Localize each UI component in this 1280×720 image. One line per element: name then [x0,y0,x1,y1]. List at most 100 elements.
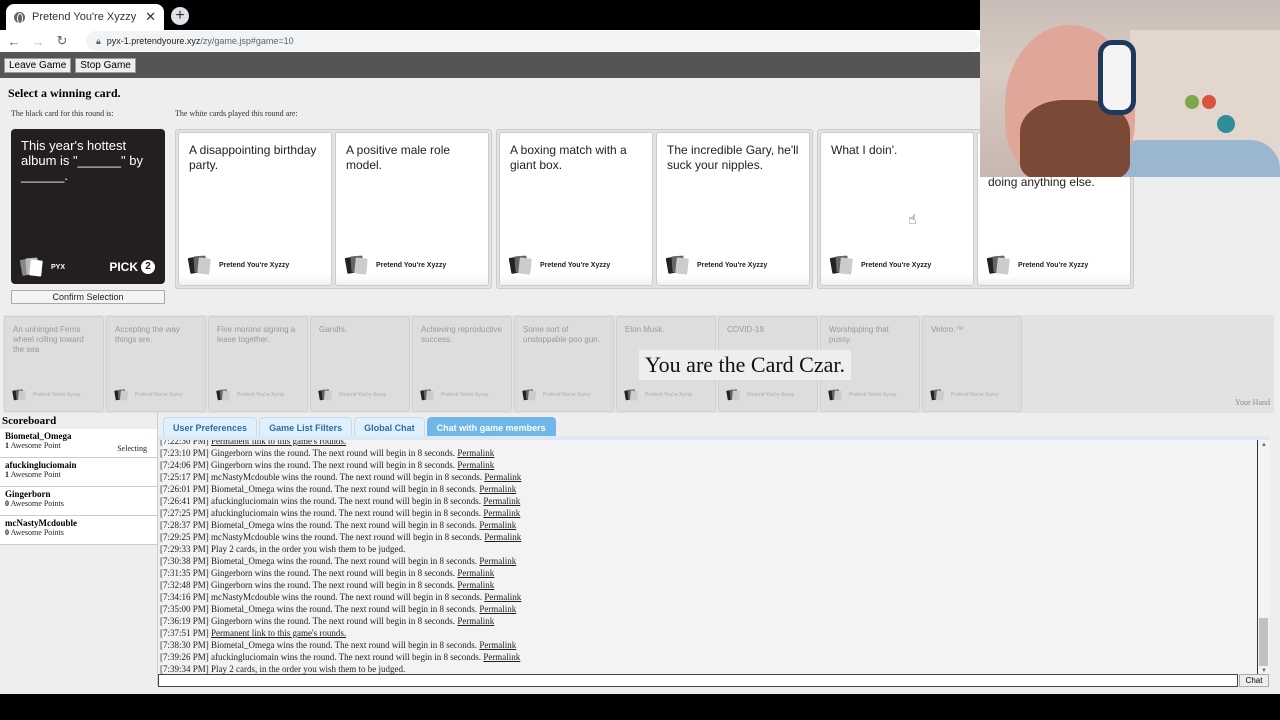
browser-tab[interactable]: Pretend You're Xyzzy ✕ [6,4,164,30]
player-name: afuckingluciomain [5,460,77,470]
chat-timestamp: [7:24:06 PM] [160,460,209,470]
player-name: mcNastyMcdouble [5,518,77,528]
card-deck-icon [522,389,537,401]
chat-message: Biometal_Omega wins the round. The next … [211,556,478,566]
white-card[interactable]: A boxing match with a giant box. Pretend … [499,132,653,286]
chat-line: [7:29:33 PM] Play 2 cards, in the order … [160,543,1257,555]
card-deck-icon [829,255,855,275]
chat-line: [7:29:25 PM] mcNastyMcdouble wins the ro… [160,531,1257,543]
card-source: Pretend You're Xyzzy [543,392,591,398]
card-text: A positive male role model. [346,143,451,172]
pick-count: 2 [141,260,155,274]
confirm-selection-button[interactable]: Confirm Selection [11,290,165,304]
white-card[interactable]: A disappointing birthday party. Pretend Y… [178,132,332,286]
white-card[interactable]: A positive male role model. Pretend You'r… [335,132,489,286]
new-tab-button[interactable]: + [171,7,189,25]
points-unit: Awesome Point [10,441,61,450]
points-value: 0 [5,528,9,537]
round-heading: Select a winning card. [8,86,121,100]
card-deck-icon [344,255,370,275]
hand-card[interactable]: Gandhi. Pretend You're Xyzzy [310,316,410,412]
permalink-link[interactable]: Permalink [457,616,494,626]
chat-log: [7:22:30 PM] Permanent link to this game… [160,440,1258,674]
chat-timestamp: [7:27:25 PM] [160,508,209,518]
card-deck-icon [930,389,945,401]
played-card-group[interactable]: A disappointing birthday party. Pretend Y… [175,129,492,289]
url-field[interactable]: 🔒︎ pyx-1.pretendyoure.xyz/zy/game.jsp#ga… [86,31,980,51]
chat-line: [7:28:37 PM] Biometal_Omega wins the rou… [160,519,1257,531]
forward-icon[interactable]: → [28,34,48,49]
chat-message: Biometal_Omega wins the round. The next … [211,520,478,530]
hand-card[interactable]: Some sort of unstoppable poo gun. Pretend… [514,316,614,412]
points-unit: Awesome Points [10,528,64,537]
chat-line: [7:23:10 PM] Gingerborn wins the round. … [160,447,1257,459]
chat-timestamp: [7:39:26 PM] [160,652,209,662]
chat-line: [7:30:38 PM] Biometal_Omega wins the rou… [160,555,1257,567]
chat-send-button[interactable]: Chat [1239,674,1269,687]
chat-line: [7:39:26 PM] afuckingluciomain wins the … [160,651,1257,663]
tab-game-list-filters[interactable]: Game List Filters [259,417,353,437]
permalink-link[interactable]: Permalink [483,508,520,518]
hand-card[interactable]: Accepting the way things are. Pretend You… [106,316,206,412]
chat-timestamp: [7:36:19 PM] [160,616,209,626]
permalink-link[interactable]: Permalink [457,460,494,470]
player-status: Selecting [117,444,147,453]
chat-line: [7:27:25 PM] afuckingluciomain wins the … [160,507,1257,519]
played-card-group[interactable]: A boxing match with a giant box. Pretend … [496,129,813,289]
permalink-link[interactable]: Permalink [479,484,516,494]
card-source: Pretend You're Xyzzy [951,392,999,398]
permalink-link[interactable]: Permalink [484,532,521,542]
chat-line: [7:32:48 PM] Gingerborn wins the round. … [160,579,1257,591]
chat-line: [7:39:34 PM] Play 2 cards, in the order … [160,663,1257,674]
chat-timestamp: [7:35:00 PM] [160,604,209,614]
permalink-link[interactable]: Permalink [484,472,521,482]
permalink-link[interactable]: Permalink [483,652,520,662]
permalink-link[interactable]: Permalink [484,592,521,602]
chat-scrollbar[interactable]: ▲ ▼ [1258,440,1270,674]
permalink-link[interactable]: Permalink [479,556,516,566]
address-bar-row: ← → ↻ 🔒︎ pyx-1.pretendyoure.xyz/zy/game.… [0,30,980,52]
player-row: afuckingluciomain 1 Awesome Point [0,458,157,487]
permalink-link[interactable]: Permalink [457,580,494,590]
points-unit: Awesome Points [10,499,64,508]
permalink-link[interactable]: Permalink [457,568,494,578]
permalink-link[interactable]: Permanent link to this game's rounds. [211,440,346,446]
chat-timestamp: [7:25:17 PM] [160,472,209,482]
chat-message: mcNastyMcdouble wins the round. The next… [211,472,483,482]
scrollbar-thumb[interactable] [1259,618,1268,666]
hand-card[interactable]: Achieving reproductive success. Pretend Y… [412,316,512,412]
white-card[interactable]: The incredible Gary, he'll suck your nip… [656,132,810,286]
stop-game-button[interactable]: Stop Game [75,57,136,73]
card-text: Accepting the way things are. [115,325,180,344]
permalink-link[interactable]: Permalink [457,448,494,458]
webcam-overlay [980,0,1280,177]
chat-timestamp: [7:37:51 PM] [160,628,209,638]
scroll-up-icon[interactable]: ▲ [1261,442,1267,448]
chat-line: [7:25:17 PM] mcNastyMcdouble wins the ro… [160,471,1257,483]
close-tab-icon[interactable]: ✕ [145,9,156,25]
tab-game-chat[interactable]: Chat with game members [426,417,556,437]
back-icon[interactable]: ← [4,34,24,49]
hand-card[interactable]: Five morons signing a lease together. Pre… [208,316,308,412]
permalink-link[interactable]: Permalink [479,520,516,530]
chat-message: mcNastyMcdouble wins the round. The next… [211,592,483,602]
white-card[interactable]: What I doin'. Pretend You're Xyzzy [820,132,974,286]
black-card-text: This year's hottest album is "______" by… [21,138,143,183]
tab-user-preferences[interactable]: User Preferences [163,417,258,437]
points-value: 1 [5,470,9,479]
card-text: Gandhi. [319,325,348,334]
hand-card[interactable]: Velcro.™ Pretend You're Xyzzy [922,316,1022,412]
permalink-link[interactable]: Permanent link to this game's rounds. [211,628,346,638]
card-source: Pretend You're Xyzzy [747,392,795,398]
reload-icon[interactable]: ↻ [52,33,72,49]
card-deck-icon [19,257,45,277]
permalink-link[interactable]: Permalink [479,640,516,650]
screen: Pretend You're Xyzzy ✕ + ← → ↻ 🔒︎ pyx-1.… [0,0,1280,720]
chat-timestamp: [7:28:37 PM] [160,520,209,530]
permalink-link[interactable]: Permalink [479,604,516,614]
leave-game-button[interactable]: Leave Game [4,57,72,73]
hand-card[interactable]: An unhinged Ferris wheel rolling toward … [4,316,104,412]
permalink-link[interactable]: Permalink [483,496,520,506]
tab-global-chat[interactable]: Global Chat [354,417,425,437]
chat-input[interactable] [158,674,1238,687]
